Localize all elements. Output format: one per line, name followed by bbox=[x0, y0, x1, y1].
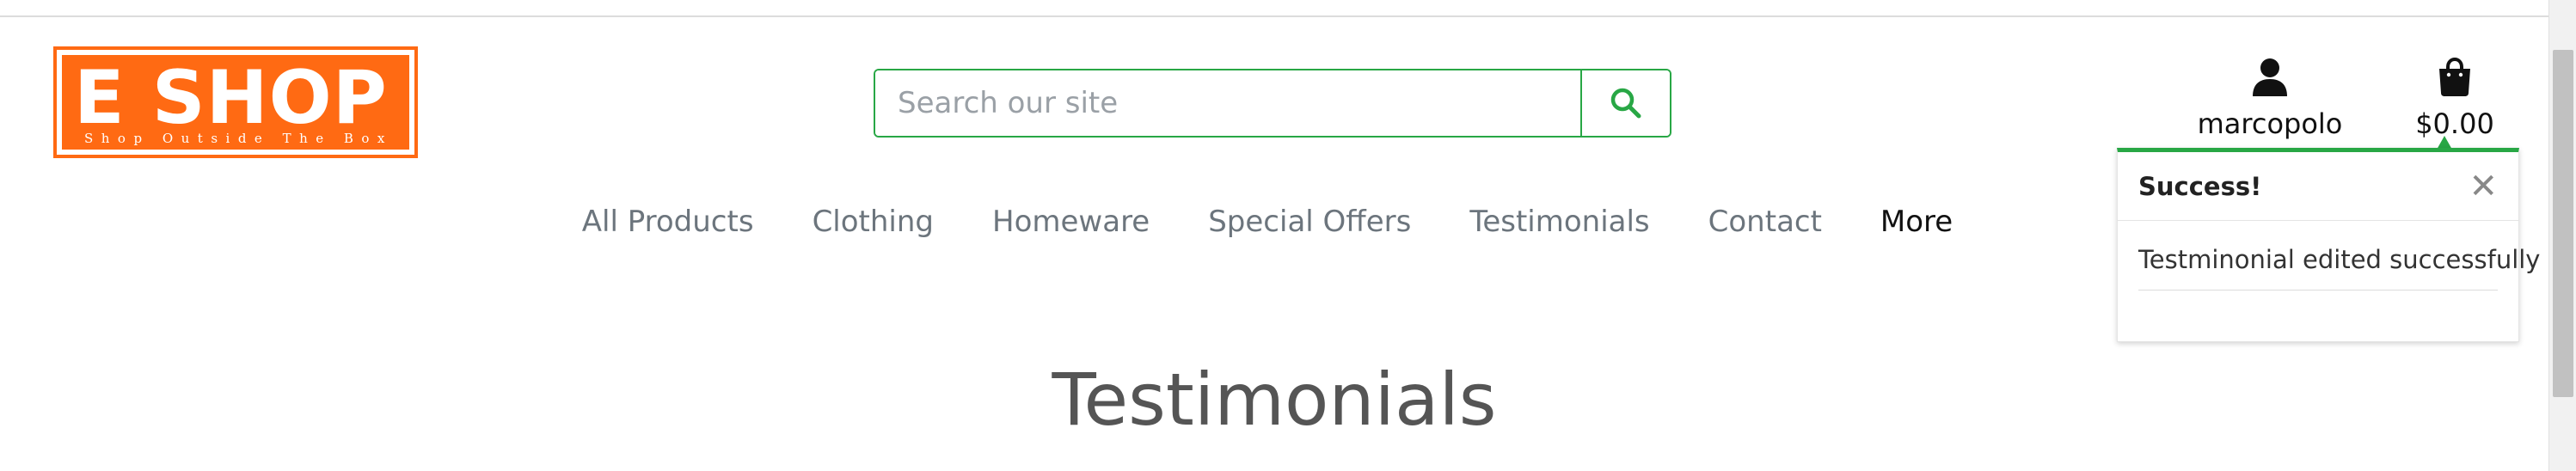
page-title: Testimonials bbox=[1052, 358, 1497, 442]
nav-homeware[interactable]: Homeware bbox=[963, 205, 1179, 239]
bag-link[interactable]: $0.00 bbox=[2399, 57, 2511, 140]
page-scrollbar[interactable] bbox=[2548, 0, 2576, 471]
logo-tagline: Shop Outside The Box bbox=[84, 131, 393, 146]
nav-special-offers[interactable]: Special Offers bbox=[1179, 205, 1440, 239]
nav-clothing[interactable]: Clothing bbox=[783, 205, 963, 239]
success-toast: Success! ✕ Testminonial edited successfu… bbox=[2117, 148, 2540, 342]
nav-all-products[interactable]: All Products bbox=[553, 205, 783, 239]
account-username: marcopolo bbox=[2197, 107, 2343, 140]
logo-title: E SHOP bbox=[74, 55, 388, 141]
search-input[interactable] bbox=[875, 70, 1580, 136]
nav-contact[interactable]: Contact bbox=[1679, 205, 1851, 239]
logo-plate: E SHOP Shop Outside The Box bbox=[62, 55, 409, 150]
account-link[interactable]: marcopolo bbox=[2184, 57, 2356, 140]
site-logo[interactable]: E SHOP Shop Outside The Box bbox=[53, 46, 418, 158]
search-icon bbox=[1610, 88, 1641, 119]
user-icon bbox=[2253, 58, 2287, 96]
toast-body: Testminonial edited successfully bbox=[2118, 221, 2540, 291]
toast-header: Success! ✕ bbox=[2118, 152, 2518, 221]
nav-more[interactable]: More bbox=[1851, 205, 1982, 239]
bag-total: $0.00 bbox=[2415, 107, 2494, 140]
scrollbar-thumb[interactable] bbox=[2553, 50, 2573, 397]
top-border bbox=[0, 0, 2548, 17]
toast-title: Success! bbox=[2138, 171, 2262, 201]
nav-testimonials[interactable]: Testimonials bbox=[1440, 205, 1678, 239]
search-form bbox=[874, 69, 1671, 138]
close-icon[interactable]: ✕ bbox=[2469, 169, 2498, 204]
toast-message: Testminonial edited successfully bbox=[2138, 245, 2540, 291]
shopping-bag-icon bbox=[2439, 57, 2470, 96]
search-button[interactable] bbox=[1580, 70, 1670, 136]
